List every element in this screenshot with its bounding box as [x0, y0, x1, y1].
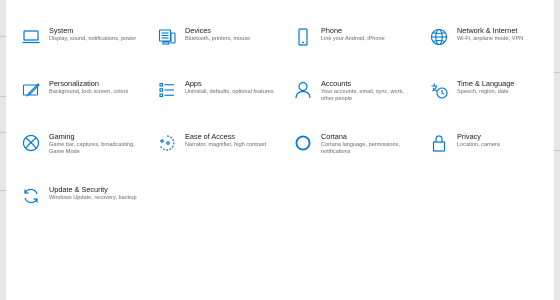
tile-description: Background, lock screen, colors — [49, 89, 129, 95]
tile-description: Game bar, captures, broadcasting, Game M… — [49, 142, 135, 156]
tile-update-security[interactable]: Update & Security Windows Update, recove… — [16, 181, 152, 234]
tile-description: Windows Update, recovery, backup — [49, 195, 137, 201]
tile-cortana[interactable]: Cortana Cortana language, permissions, n… — [288, 128, 424, 181]
globe-icon — [428, 26, 450, 48]
tile-description: Speech, region, date — [457, 89, 509, 95]
tile-description: Cortana language, permissions, notificat… — [321, 142, 400, 156]
tile-description: Link your Android, iPhone — [321, 36, 385, 42]
tile-description: Your accounts, email, sync, work, other … — [321, 89, 404, 103]
tile-title: Privacy — [457, 132, 481, 141]
tile-title: Gaming — [49, 132, 75, 141]
tile-gaming[interactable]: Gaming Game bar, captures, broadcasting,… — [16, 128, 152, 181]
tile-apps[interactable]: Apps Uninstall, defaults, optional featu… — [152, 75, 288, 128]
tile-title: Accounts — [321, 79, 352, 88]
tile-title: Devices — [185, 26, 211, 35]
tile-ease-of-access[interactable]: Ease of Access Narrator, magnifier, high… — [152, 128, 288, 181]
tile-system[interactable]: System Display, sound, notifications, po… — [16, 22, 152, 75]
tile-description: Display, sound, notifications, power — [49, 36, 137, 42]
tile-title: Apps — [185, 79, 202, 88]
lock-icon — [428, 132, 450, 154]
cortana-icon — [292, 132, 314, 154]
tile-title: Phone — [321, 26, 343, 35]
tile-description: Location, camera — [457, 142, 500, 148]
tile-network-internet[interactable]: Network & Internet Wi-Fi, airplane mode,… — [424, 22, 560, 75]
xbox-icon — [20, 132, 42, 154]
sync-icon — [20, 185, 42, 207]
tile-description: Uninstall, defaults, optional features — [185, 89, 274, 95]
tile-phone[interactable]: Phone Link your Android, iPhone — [288, 22, 424, 75]
laptop-icon — [20, 26, 42, 48]
tile-title: Network & Internet — [457, 26, 518, 35]
tile-title: Personalization — [49, 79, 99, 88]
apps-icon — [156, 79, 178, 101]
time-language-icon — [428, 79, 450, 101]
tile-devices[interactable]: Devices Bluetooth, printers, mouse — [152, 22, 288, 75]
person-icon — [292, 79, 314, 101]
settings-window: System Display, sound, notifications, po… — [6, 0, 554, 300]
tile-time-language[interactable]: Time & Language Speech, region, date — [424, 75, 560, 128]
tile-title: System — [49, 26, 74, 35]
tile-description: Bluetooth, printers, mouse — [185, 36, 251, 42]
tile-accounts[interactable]: Accounts Your accounts, email, sync, wor… — [288, 75, 424, 128]
phone-icon — [292, 26, 314, 48]
ease-of-access-icon — [156, 132, 178, 154]
tile-title: Cortana — [321, 132, 347, 141]
settings-grid: System Display, sound, notifications, po… — [16, 22, 560, 234]
tile-title: Update & Security — [49, 185, 108, 194]
tile-description: Wi-Fi, airplane mode, VPN — [457, 36, 524, 42]
tile-title: Ease of Access — [185, 132, 235, 141]
tile-personalization[interactable]: Personalization Background, lock screen,… — [16, 75, 152, 128]
tile-description: Narrator, magnifier, high contrast — [185, 142, 267, 148]
tile-title: Time & Language — [457, 79, 515, 88]
paint-icon — [20, 79, 42, 101]
devices-icon — [156, 26, 178, 48]
tile-privacy[interactable]: Privacy Location, camera — [424, 128, 560, 181]
